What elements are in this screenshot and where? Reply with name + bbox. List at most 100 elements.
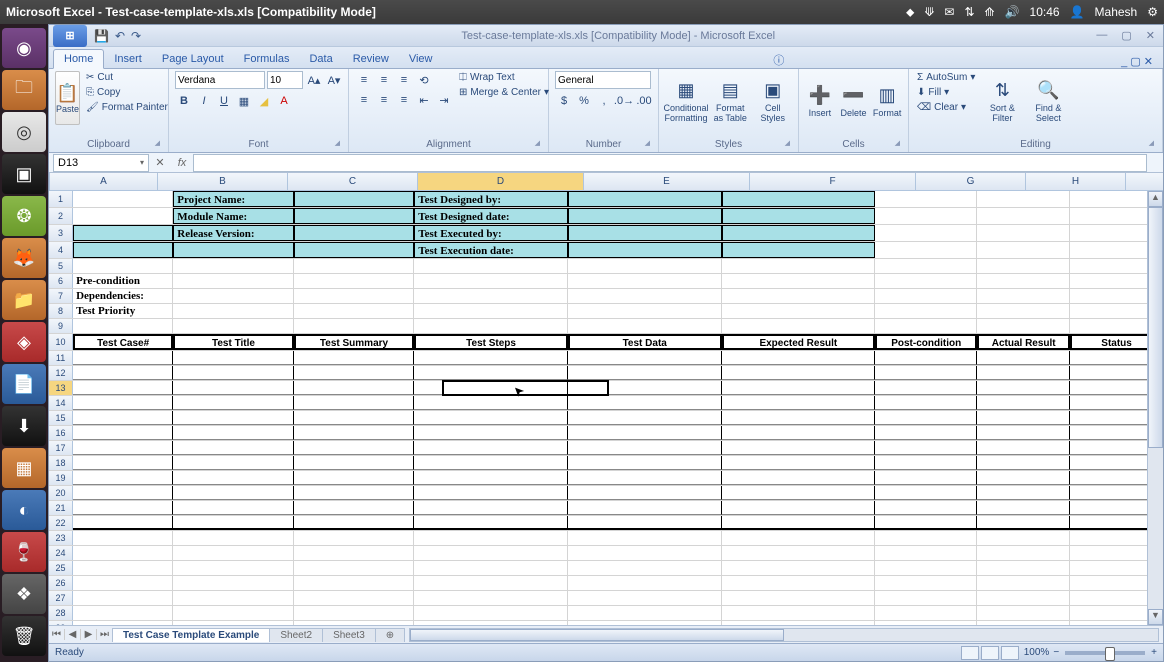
cell-D4[interactable]: Test Execution date: bbox=[414, 242, 568, 258]
italic-button[interactable]: I bbox=[195, 92, 213, 110]
cell-F23[interactable] bbox=[722, 531, 876, 545]
cell-D15[interactable] bbox=[414, 411, 568, 425]
row-header-1[interactable]: 1 bbox=[49, 191, 73, 207]
cell-E12[interactable] bbox=[568, 366, 722, 380]
row-header-17[interactable]: 17 bbox=[49, 441, 73, 455]
cell-H7[interactable] bbox=[977, 289, 1070, 303]
cell-F18[interactable] bbox=[722, 456, 876, 470]
cell-A4[interactable] bbox=[73, 242, 173, 258]
cell-H20[interactable] bbox=[977, 486, 1070, 500]
cell-C14[interactable] bbox=[294, 396, 414, 410]
cell-C8[interactable] bbox=[294, 304, 414, 318]
launcher-writer[interactable]: 📄 bbox=[2, 364, 46, 404]
row-header-4[interactable]: 4 bbox=[49, 242, 73, 258]
cell-C25[interactable] bbox=[294, 561, 414, 575]
grow-font-button[interactable]: A▴ bbox=[305, 71, 323, 89]
align-middle-button[interactable]: ≡ bbox=[375, 71, 393, 89]
cell-A5[interactable] bbox=[73, 259, 173, 273]
cell-E6[interactable] bbox=[568, 274, 722, 288]
cell-F13[interactable] bbox=[722, 381, 876, 395]
view-page-layout-button[interactable] bbox=[981, 646, 999, 660]
cell-H29[interactable] bbox=[977, 621, 1070, 625]
cell-B15[interactable] bbox=[173, 411, 293, 425]
cell-D13[interactable] bbox=[414, 381, 568, 395]
row-header-20[interactable]: 20 bbox=[49, 486, 73, 500]
font-color-button[interactable]: A bbox=[275, 92, 293, 110]
zoom-in-button[interactable]: + bbox=[1151, 647, 1157, 658]
cell-H9[interactable] bbox=[977, 319, 1070, 333]
launcher-app6[interactable]: 🍷 bbox=[2, 532, 46, 572]
cell-C9[interactable] bbox=[294, 319, 414, 333]
cell-A19[interactable] bbox=[73, 471, 173, 485]
cell-D17[interactable] bbox=[414, 441, 568, 455]
col-header-I[interactable]: I bbox=[1126, 173, 1163, 190]
cell-E15[interactable] bbox=[568, 411, 722, 425]
cell-H28[interactable] bbox=[977, 606, 1070, 620]
row-header-27[interactable]: 27 bbox=[49, 591, 73, 605]
cell-E26[interactable] bbox=[568, 576, 722, 590]
row-header-14[interactable]: 14 bbox=[49, 396, 73, 410]
cell-C20[interactable] bbox=[294, 486, 414, 500]
ribbon-minimize-button[interactable]: _ ▢ ✕ bbox=[1115, 55, 1159, 68]
cell-A13[interactable] bbox=[73, 381, 173, 395]
cell-H1[interactable] bbox=[977, 191, 1070, 207]
cell-G22[interactable] bbox=[875, 516, 977, 530]
underline-button[interactable]: U bbox=[215, 92, 233, 110]
cell-C17[interactable] bbox=[294, 441, 414, 455]
cell-H24[interactable] bbox=[977, 546, 1070, 560]
launcher-app7[interactable]: ❖ bbox=[2, 574, 46, 614]
wrap-text-button[interactable]: ⎅ Wrap Text bbox=[457, 71, 551, 84]
cell-B13[interactable] bbox=[173, 381, 293, 395]
cell-E21[interactable] bbox=[568, 501, 722, 515]
cell-A18[interactable] bbox=[73, 456, 173, 470]
cell-B14[interactable] bbox=[173, 396, 293, 410]
format-painter-button[interactable]: 🖌Format Painter bbox=[84, 101, 170, 114]
cell-B21[interactable] bbox=[173, 501, 293, 515]
cell-E17[interactable] bbox=[568, 441, 722, 455]
cell-G19[interactable] bbox=[875, 471, 977, 485]
cell-B25[interactable] bbox=[173, 561, 293, 575]
redo-icon[interactable]: ↷ bbox=[131, 29, 141, 43]
cell-E3[interactable] bbox=[568, 225, 722, 241]
launcher-app3[interactable]: ⬇ bbox=[2, 406, 46, 446]
cell-D5[interactable] bbox=[414, 259, 568, 273]
cell-G25[interactable] bbox=[875, 561, 977, 575]
zoom-out-button[interactable]: − bbox=[1053, 647, 1059, 658]
col-header-E[interactable]: E bbox=[584, 173, 750, 190]
cell-F26[interactable] bbox=[722, 576, 876, 590]
align-left-button[interactable]: ≡ bbox=[355, 91, 373, 109]
cell-B10[interactable]: Test Title bbox=[173, 334, 294, 350]
cell-F9[interactable] bbox=[722, 319, 876, 333]
cell-C10[interactable]: Test Summary bbox=[294, 334, 415, 350]
cell-G12[interactable] bbox=[875, 366, 977, 380]
cell-C6[interactable] bbox=[294, 274, 414, 288]
cell-B19[interactable] bbox=[173, 471, 293, 485]
cell-D11[interactable] bbox=[414, 351, 568, 365]
tab-home[interactable]: Home bbox=[53, 49, 104, 69]
row-header-18[interactable]: 18 bbox=[49, 456, 73, 470]
cell-C29[interactable] bbox=[294, 621, 414, 625]
sheet-tab-new[interactable]: ⊕ bbox=[375, 628, 405, 642]
cell-A8[interactable]: Test Priority bbox=[73, 304, 173, 318]
cell-F5[interactable] bbox=[722, 259, 876, 273]
cell-C24[interactable] bbox=[294, 546, 414, 560]
cell-F1[interactable] bbox=[722, 191, 876, 207]
cell-D9[interactable] bbox=[414, 319, 568, 333]
cell-D29[interactable] bbox=[414, 621, 568, 625]
cell-A3[interactable] bbox=[73, 225, 173, 241]
bluetooth-icon[interactable]: ⬥ bbox=[906, 5, 914, 20]
cell-G4[interactable] bbox=[875, 242, 977, 258]
tab-page-layout[interactable]: Page Layout bbox=[152, 50, 234, 68]
cell-E16[interactable] bbox=[568, 426, 722, 440]
cell-H8[interactable] bbox=[977, 304, 1070, 318]
cell-G1[interactable] bbox=[875, 191, 977, 207]
cell-G15[interactable] bbox=[875, 411, 977, 425]
cell-G18[interactable] bbox=[875, 456, 977, 470]
row-header-2[interactable]: 2 bbox=[49, 208, 73, 224]
font-size-select[interactable] bbox=[267, 71, 303, 89]
cell-C11[interactable] bbox=[294, 351, 414, 365]
cell-G23[interactable] bbox=[875, 531, 977, 545]
cell-H21[interactable] bbox=[977, 501, 1070, 515]
fill-button[interactable]: ⬇ Fill ▾ bbox=[915, 86, 977, 99]
launcher-dash[interactable]: ◉ bbox=[2, 28, 46, 68]
